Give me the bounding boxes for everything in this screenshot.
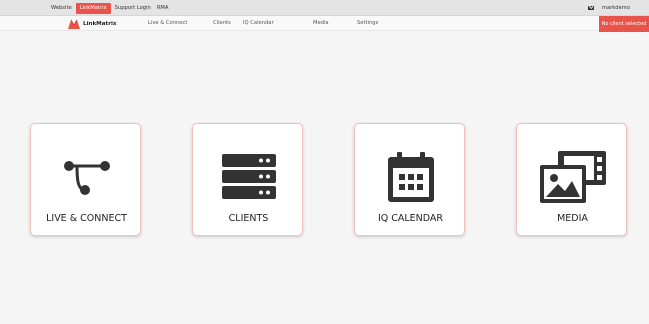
card-label: IQ CALENDAR — [377, 213, 444, 224]
calendar-icon — [355, 149, 466, 205]
card-label: CLIENTS — [228, 213, 269, 224]
link-support-login[interactable]: Support Login — [113, 4, 153, 13]
card-label: MEDIA — [557, 213, 588, 224]
linkmatrix-logo-icon — [68, 19, 80, 29]
brand-logo[interactable]: LinkMatrix — [68, 17, 116, 30]
card-live-connect[interactable]: LIVE & CONNECT — [30, 123, 141, 236]
nav-media[interactable]: Media — [313, 16, 329, 31]
user-account[interactable]: markdemo — [587, 0, 630, 16]
server-stack-icon — [193, 149, 304, 205]
nav-clients[interactable]: Clients — [213, 16, 231, 31]
top-links: Website LinkMatrix Support Login RMA — [49, 0, 172, 16]
link-rma[interactable]: RMA — [155, 4, 171, 13]
envelope-icon — [587, 6, 594, 10]
card-iq-calendar[interactable]: IQ CALENDAR — [354, 123, 465, 236]
nav-settings[interactable]: Settings — [357, 16, 378, 31]
username: markdemo — [601, 5, 630, 11]
route-icon — [31, 149, 142, 205]
card-label: LIVE & CONNECT — [46, 213, 127, 224]
nav-iq-calendar[interactable]: IQ Calendar — [243, 16, 274, 31]
nav-live-connect[interactable]: Live & Connect — [148, 16, 187, 31]
link-linkmatrix[interactable]: LinkMatrix — [75, 2, 111, 14]
card-media[interactable]: MEDIA — [516, 123, 627, 236]
images-icon — [517, 149, 628, 205]
client-status-badge[interactable]: No client selected — [599, 16, 649, 32]
link-website[interactable]: Website — [49, 4, 74, 13]
top-utility-bar: Website LinkMatrix Support Login RMA mar… — [0, 0, 649, 16]
card-clients[interactable]: CLIENTS — [192, 123, 303, 236]
brand-name: LinkMatrix — [83, 20, 117, 27]
